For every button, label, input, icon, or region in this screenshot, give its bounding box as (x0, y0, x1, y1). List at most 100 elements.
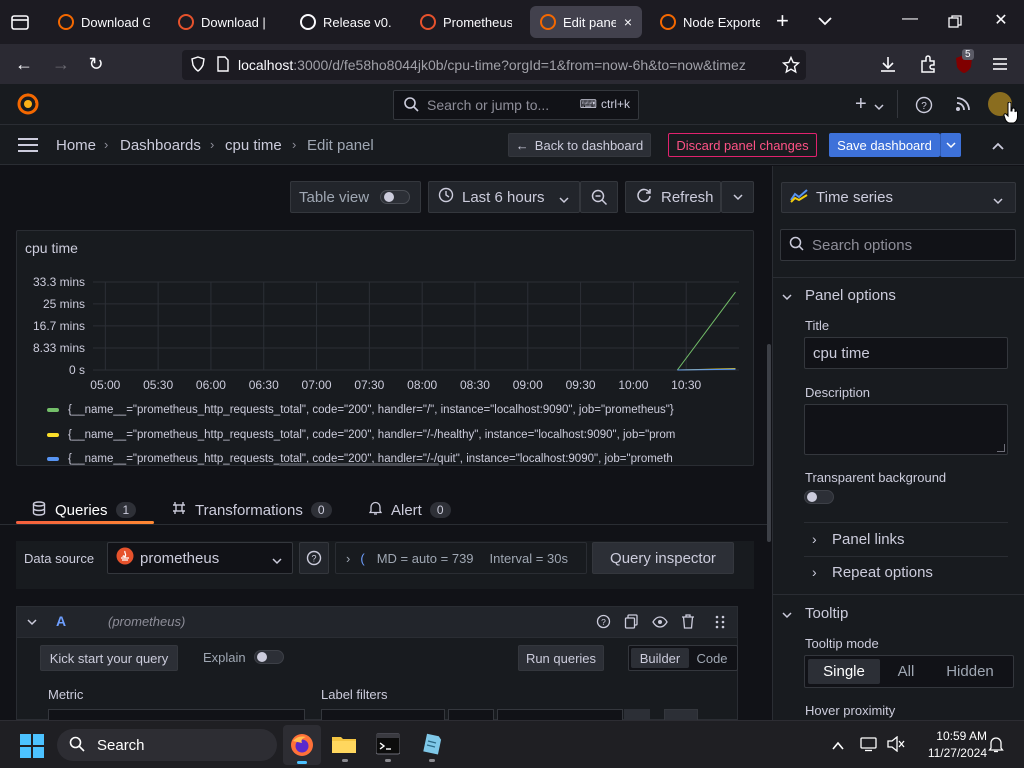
discard-panel-changes-button[interactable]: Discard panel changes (668, 133, 817, 157)
label-filter-value-select[interactable] (497, 709, 623, 720)
description-textarea[interactable] (804, 404, 1008, 455)
run-queries-button[interactable]: Run queries (518, 645, 604, 671)
tab-queries[interactable]: Queries 1 (32, 496, 137, 524)
query-ref-id[interactable]: A (56, 613, 66, 629)
code-mode-button[interactable]: Code (690, 648, 734, 668)
toggle-visibility-eye-icon[interactable] (652, 615, 668, 631)
ublock-icon[interactable]: 5 (954, 49, 976, 75)
legend-item[interactable]: {__name__="prometheus_http_requests_tota… (47, 404, 763, 416)
extensions-icon[interactable] (918, 54, 938, 77)
collapse-query-chevron-icon[interactable] (27, 614, 37, 630)
back-arrow-icon[interactable]: ← (12, 52, 36, 76)
restore-icon[interactable] (948, 15, 962, 32)
close-tab-icon[interactable]: × (624, 14, 632, 30)
back-to-dashboard-button[interactable]: ← Back to dashboard (508, 133, 651, 157)
bookmark-star-icon[interactable] (781, 55, 801, 77)
panel-options-header[interactable]: Panel options (805, 287, 896, 304)
save-dashboard-button[interactable]: Save dashboard (829, 133, 940, 157)
tab-manager-icon[interactable] (10, 12, 30, 32)
volume-muted-icon[interactable] (887, 735, 905, 755)
refresh-interval-chevron-icon[interactable] (721, 181, 754, 213)
legend-item[interactable]: {__name__="prometheus_http_requests_tota… (47, 429, 763, 441)
clock-time[interactable]: 10:59 AM (915, 729, 987, 743)
label-filter-key-select[interactable] (321, 709, 445, 720)
tooltip-mode-hidden[interactable]: Hidden (932, 659, 1008, 684)
clock-date[interactable]: 11/27/2024 (915, 746, 987, 760)
table-view-switch[interactable] (380, 190, 410, 204)
refresh-button[interactable]: Refresh (625, 181, 721, 213)
tooltip-mode-all[interactable]: All (884, 659, 928, 684)
url-bar[interactable]: localhost:3000/d/fe58ho8044jk0b/cpu-time… (182, 50, 806, 80)
browser-tab[interactable]: Prometheus T (410, 6, 522, 38)
minimize-icon[interactable]: — (898, 10, 922, 28)
taskbar-search-box[interactable]: Search (57, 729, 277, 761)
menu-icon[interactable] (992, 56, 1008, 75)
notepad-icon[interactable] (420, 732, 444, 759)
browser-tab[interactable]: Node Exporte (650, 6, 770, 38)
duplicate-query-icon[interactable] (624, 614, 639, 632)
query-options-toggle[interactable]: › ( MD = auto = 739 Interval = 30s (335, 542, 587, 574)
tooltip-header[interactable]: Tooltip (805, 605, 848, 622)
add-filter-button[interactable] (664, 709, 698, 720)
reload-icon[interactable]: ↻ (84, 52, 108, 76)
metric-select[interactable] (48, 709, 305, 720)
label-filter-operator-select[interactable] (448, 709, 494, 720)
new-tab-button[interactable]: + (776, 10, 789, 32)
horizontal-scrollbar[interactable] (279, 463, 439, 466)
explain-toggle[interactable] (254, 650, 284, 664)
browser-tab[interactable]: Release v0.29. (290, 6, 402, 38)
tooltip-mode-single[interactable]: Single (808, 659, 880, 684)
delete-query-trash-icon[interactable] (681, 614, 695, 632)
panel-links-chevron-icon[interactable]: › (812, 531, 817, 547)
panel-links-header[interactable]: Panel links (832, 531, 905, 548)
taskbar-firefox-app[interactable] (283, 725, 321, 765)
panel-options-chevron-icon[interactable] (782, 289, 792, 305)
repeat-options-chevron-icon[interactable]: › (812, 564, 817, 580)
hamburger-menu-icon[interactable] (18, 137, 38, 156)
builder-mode-button[interactable]: Builder (631, 648, 689, 668)
search-options-input[interactable]: Search options (780, 229, 1016, 261)
help-icon[interactable]: ? (915, 96, 933, 117)
remove-filter-button[interactable] (624, 709, 650, 720)
collapse-chevron-up-icon[interactable] (991, 139, 1005, 155)
search-bar[interactable]: Search or jump to... ⌨ ctrl+k (393, 90, 639, 120)
shield-icon[interactable] (190, 55, 206, 75)
system-tray-chevron-up-icon[interactable] (831, 739, 845, 755)
breadcrumb-home[interactable]: Home (56, 137, 96, 154)
news-rss-icon[interactable] (955, 96, 971, 115)
close-window-icon[interactable]: ✕ (989, 10, 1013, 30)
data-source-help-button[interactable]: ? (299, 542, 329, 574)
visualization-picker[interactable]: Time series (781, 182, 1016, 213)
file-explorer-icon[interactable] (331, 733, 357, 758)
data-source-picker[interactable]: prometheus (107, 542, 293, 574)
browser-tab[interactable]: Download | Pr (168, 6, 280, 38)
downloads-icon[interactable] (878, 54, 898, 77)
add-icon[interactable]: + (855, 94, 867, 114)
kick-start-query-button[interactable]: Kick start your query (40, 645, 178, 671)
terminal-icon[interactable] (375, 733, 401, 758)
query-help-icon[interactable]: ? (596, 614, 611, 632)
page-icon[interactable] (216, 55, 230, 75)
query-inspector-button[interactable]: Query inspector (592, 542, 734, 574)
notification-bell-icon[interactable] (988, 736, 1004, 756)
transparent-background-toggle[interactable] (804, 490, 834, 504)
browser-tab[interactable]: Download Gra (48, 6, 160, 38)
editor-scrollbar[interactable] (767, 344, 771, 542)
windows-start-icon[interactable] (20, 734, 44, 761)
repeat-options-header[interactable]: Repeat options (832, 564, 933, 581)
tab-alert[interactable]: Alert 0 (368, 496, 451, 524)
table-view-toggle[interactable]: Table view (290, 181, 421, 213)
tab-transformations[interactable]: Transformations 0 (172, 496, 332, 524)
breadcrumb-dashboards[interactable]: Dashboards (120, 137, 201, 154)
tab-list-chevron-icon[interactable] (816, 12, 834, 33)
grafana-logo-icon[interactable] (16, 92, 40, 119)
forward-arrow-icon[interactable]: → (49, 52, 73, 76)
time-range-picker[interactable]: Last 6 hours (428, 181, 580, 213)
add-chevron-icon[interactable] (874, 99, 884, 115)
zoom-out-button[interactable] (580, 181, 618, 213)
network-icon[interactable] (860, 736, 878, 755)
drag-handle-icon[interactable] (714, 614, 726, 633)
breadcrumb-dashboard[interactable]: cpu time (225, 137, 282, 154)
browser-tab[interactable]: Edit panel - × (530, 6, 642, 38)
panel-title-input[interactable]: cpu time (804, 337, 1008, 369)
